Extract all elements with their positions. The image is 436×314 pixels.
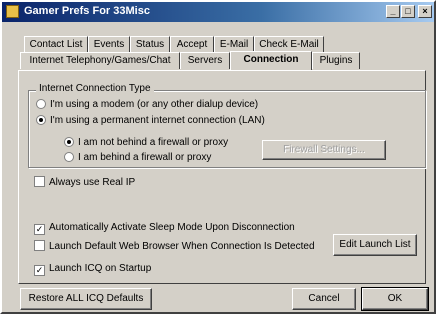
tab-contact-list[interactable]: Contact List bbox=[24, 36, 88, 53]
not-behind-firewall-radio[interactable] bbox=[64, 137, 74, 147]
window-title: Gamer Prefs For 33Misc bbox=[24, 5, 150, 17]
lan-option[interactable]: I'm using a permanent internet connectio… bbox=[36, 114, 265, 128]
minimize-button[interactable]: _ bbox=[386, 5, 400, 18]
launch-startup-checkbox[interactable]: ✓ bbox=[34, 265, 45, 276]
launch-startup-option[interactable]: ✓ Launch ICQ on Startup bbox=[34, 262, 151, 276]
auto-sleep-option[interactable]: ✓ Automatically Activate Sleep Mode Upon … bbox=[34, 221, 295, 235]
firewall-settings-button[interactable]: Firewall Settings... bbox=[262, 140, 386, 160]
always-real-ip-checkbox[interactable] bbox=[34, 176, 45, 187]
title-bar: Gamer Prefs For 33Misc _ □ × bbox=[2, 2, 434, 22]
launch-startup-label: Launch ICQ on Startup bbox=[49, 263, 152, 274]
behind-firewall-option[interactable]: I am behind a firewall or proxy bbox=[64, 151, 211, 165]
tab-accept[interactable]: Accept bbox=[170, 36, 214, 53]
not-behind-firewall-option[interactable]: I am not behind a firewall or proxy bbox=[64, 136, 228, 150]
tab-status[interactable]: Status bbox=[130, 36, 170, 53]
modem-radio[interactable] bbox=[36, 99, 46, 109]
not-behind-firewall-label: I am not behind a firewall or proxy bbox=[78, 137, 229, 148]
tab-plugins[interactable]: Plugins bbox=[312, 52, 360, 69]
edit-launch-list-button[interactable]: Edit Launch List bbox=[333, 234, 417, 256]
ok-button[interactable]: OK bbox=[361, 287, 429, 311]
behind-firewall-label: I am behind a firewall or proxy bbox=[78, 152, 212, 163]
close-button[interactable]: × bbox=[418, 5, 432, 18]
launch-browser-checkbox[interactable] bbox=[34, 240, 45, 251]
behind-firewall-radio[interactable] bbox=[64, 152, 74, 162]
always-real-ip-label: Always use Real IP bbox=[49, 177, 136, 188]
lan-radio[interactable] bbox=[36, 115, 46, 125]
auto-sleep-label: Automatically Activate Sleep Mode Upon D… bbox=[49, 222, 295, 233]
launch-browser-option[interactable]: Launch Default Web Browser When Connecti… bbox=[34, 240, 315, 254]
tab-internet-telephony[interactable]: Internet Telephony/Games/Chat bbox=[20, 52, 180, 69]
modem-label: I'm using a modem (or any other dialup d… bbox=[50, 99, 259, 110]
auto-sleep-checkbox[interactable]: ✓ bbox=[34, 224, 45, 235]
cancel-button[interactable]: Cancel bbox=[292, 288, 356, 310]
lan-label: I'm using a permanent internet connectio… bbox=[50, 115, 265, 126]
maximize-button[interactable]: □ bbox=[401, 5, 415, 18]
launch-browser-label: Launch Default Web Browser When Connecti… bbox=[49, 241, 315, 252]
restore-defaults-button[interactable]: Restore ALL ICQ Defaults bbox=[20, 288, 152, 310]
always-real-ip-option[interactable]: Always use Real IP bbox=[34, 176, 135, 190]
connection-type-legend: Internet Connection Type bbox=[36, 83, 154, 94]
tab-events[interactable]: Events bbox=[88, 36, 130, 53]
modem-option[interactable]: I'm using a modem (or any other dialup d… bbox=[36, 98, 258, 112]
tab-connection[interactable]: Connection bbox=[230, 51, 312, 70]
tab-servers[interactable]: Servers bbox=[180, 52, 230, 69]
app-icon bbox=[6, 5, 19, 18]
